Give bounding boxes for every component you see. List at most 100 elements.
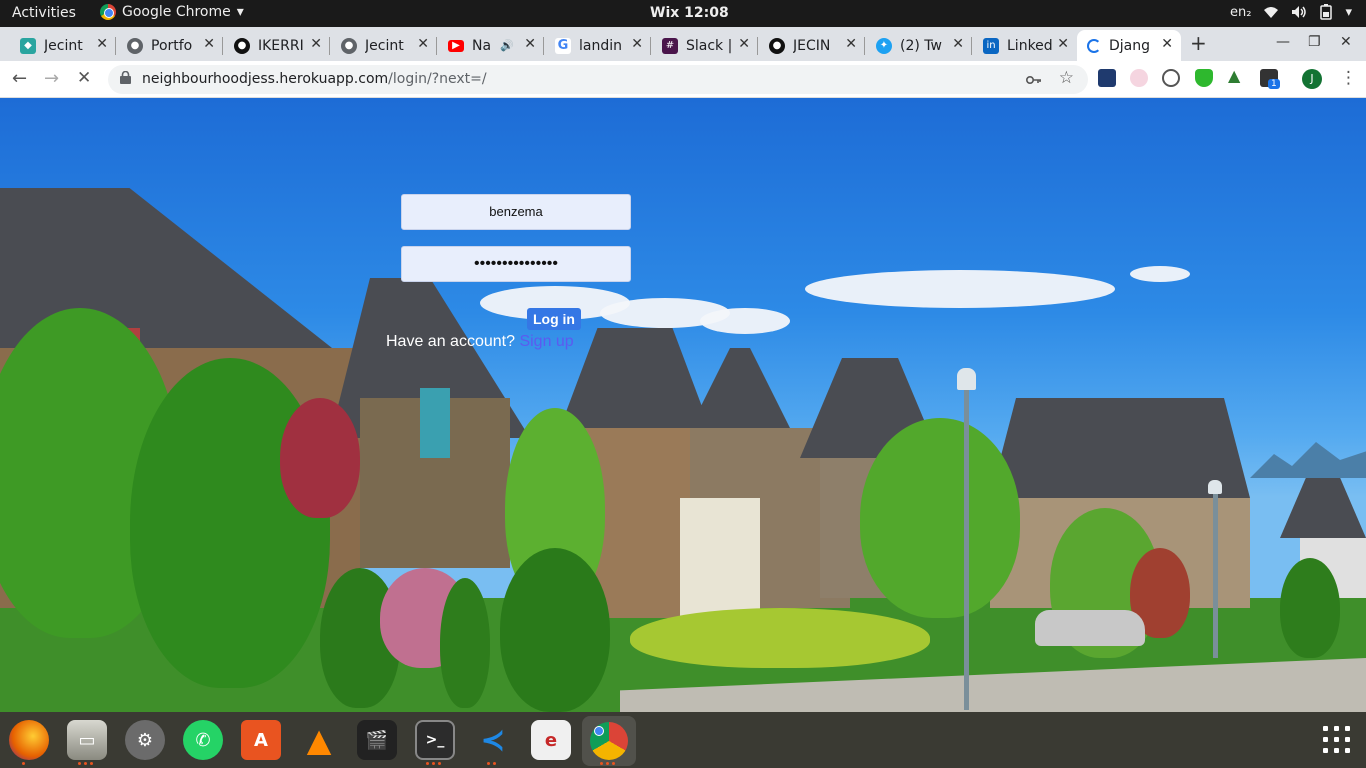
tab-label: Portfo xyxy=(151,37,193,54)
minimize-button[interactable]: — xyxy=(1276,34,1290,50)
youtube-icon: ▶ xyxy=(448,39,464,52)
chevron-down-icon: ▾ xyxy=(236,4,244,20)
github-icon: ● xyxy=(769,37,785,54)
password-field[interactable]: ••••••••••••••• xyxy=(401,246,631,282)
close-icon[interactable]: ✕ xyxy=(631,36,643,52)
tab-label: JECIN xyxy=(793,37,831,54)
loading-spinner-icon xyxy=(1087,38,1101,53)
page-content: benzema ••••••••••••••• Log in Have an a… xyxy=(0,98,1366,712)
chrome-menu-button[interactable]: ⋮ xyxy=(1340,68,1357,88)
close-icon[interactable]: ✕ xyxy=(96,36,108,52)
clock[interactable]: Wix 12:08 xyxy=(650,5,729,21)
close-icon[interactable]: ✕ xyxy=(417,36,429,52)
chrome-dock-icon[interactable] xyxy=(582,716,636,766)
terminal-icon[interactable]: >_ xyxy=(415,720,455,760)
globe-icon: ● xyxy=(341,37,357,54)
bookmark-star-icon[interactable]: ☆ xyxy=(1059,68,1074,88)
activities-button[interactable]: Activities xyxy=(12,5,76,21)
login-button[interactable]: Log in xyxy=(527,308,581,330)
extension-circle-icon[interactable] xyxy=(1162,69,1180,87)
extension-cat-icon[interactable] xyxy=(1130,69,1148,87)
tab-django[interactable]: Djang ✕ xyxy=(1077,30,1181,61)
stop-loading-button[interactable]: ✕ xyxy=(77,68,91,88)
tab-slack[interactable]: # Slack | ✕ xyxy=(652,30,758,61)
close-icon[interactable]: ✕ xyxy=(1057,36,1069,52)
close-window-button[interactable]: ✕ xyxy=(1340,34,1352,50)
close-icon[interactable]: ✕ xyxy=(203,36,215,52)
key-icon[interactable] xyxy=(1026,75,1042,85)
globe-icon: ● xyxy=(127,37,143,54)
tab-jecin-github[interactable]: ● JECIN ✕ xyxy=(759,30,865,61)
url-host: neighbourhoodjess.herokuapp.com xyxy=(142,71,389,87)
tab-jecint-1[interactable]: ◆ Jecint ✕ xyxy=(10,30,116,61)
close-icon[interactable]: ✕ xyxy=(310,36,322,52)
close-icon[interactable]: ✕ xyxy=(952,36,964,52)
close-icon[interactable]: ✕ xyxy=(845,36,857,52)
firefox-icon[interactable] xyxy=(9,720,49,760)
extension-badge: 1 xyxy=(1268,79,1280,89)
tab-jecint-2[interactable]: ● Jecint ✕ xyxy=(331,30,437,61)
forward-button[interactable]: → xyxy=(44,68,59,89)
new-tab-button[interactable]: + xyxy=(1190,31,1207,55)
tab-landing[interactable]: G landin ✕ xyxy=(545,30,651,61)
address-bar[interactable]: neighbourhoodjess.herokuapp.com/login/?n… xyxy=(108,65,1088,94)
tab-label: landin xyxy=(579,37,622,54)
volume-icon xyxy=(1292,6,1307,18)
background-scene xyxy=(0,98,1366,712)
username-field[interactable]: benzema xyxy=(401,194,631,230)
signup-link[interactable]: Sign up xyxy=(519,333,573,350)
whatsapp-icon[interactable]: ✆ xyxy=(183,720,223,760)
have-account-text: Have an account? xyxy=(386,333,515,350)
app-name: Google Chrome xyxy=(122,4,231,20)
tab-label: Djang xyxy=(1109,37,1151,54)
system-top-bar: Activities Google Chrome ▾ Wix 12:08 en₂… xyxy=(0,0,1366,27)
tab-label: Jecint xyxy=(365,37,404,54)
show-applications-button[interactable] xyxy=(1323,726,1351,754)
twitter-icon: ✦ xyxy=(876,37,892,54)
tab-label: IKERRI xyxy=(258,37,304,54)
app-menu[interactable]: Google Chrome ▾ xyxy=(100,4,244,20)
audio-playing-icon: 🔊 xyxy=(500,39,514,52)
extension-tree-icon[interactable]: ▲ xyxy=(1228,66,1246,85)
tab-strip: ◆ Jecint ✕ ● Portfo ✕ ● IKERRI ✕ ● Jecin… xyxy=(0,27,1366,61)
vlc-icon[interactable]: ▲ xyxy=(299,720,339,760)
settings-icon[interactable]: ⚙ xyxy=(125,720,165,760)
tab-twitter[interactable]: ✦ (2) Tw ✕ xyxy=(866,30,972,61)
files-icon[interactable]: ▭ xyxy=(67,720,107,760)
software-center-icon[interactable]: A xyxy=(241,720,281,760)
tab-label: Linked xyxy=(1007,37,1053,54)
tab-ikerri[interactable]: ● IKERRI ✕ xyxy=(224,30,330,61)
lock-icon xyxy=(120,71,131,84)
browser-toolbar: ← → ✕ neighbourhoodjess.herokuapp.com/lo… xyxy=(0,61,1366,98)
tab-label: (2) Tw xyxy=(900,37,942,54)
linkedin-icon: in xyxy=(983,37,999,54)
extension-shield-icon[interactable] xyxy=(1195,69,1213,87)
video-editor-icon[interactable]: 🎬 xyxy=(357,720,397,760)
profile-avatar[interactable]: J xyxy=(1302,69,1322,89)
chrome-icon xyxy=(100,4,116,20)
slack-icon: # xyxy=(662,37,678,54)
tab-linkedin[interactable]: in Linked ✕ xyxy=(973,30,1077,61)
input-method-indicator[interactable]: en₂ xyxy=(1230,5,1251,20)
extension-box-icon[interactable]: 1 xyxy=(1260,69,1280,89)
system-tray[interactable]: en₂ ▾ xyxy=(1230,4,1352,20)
extension-icon[interactable] xyxy=(1098,69,1116,87)
close-icon[interactable]: ✕ xyxy=(738,36,750,52)
google-icon: G xyxy=(555,37,571,54)
tab-youtube[interactable]: ▶ Na 🔊 ✕ xyxy=(438,30,544,61)
github-icon: ● xyxy=(234,37,250,54)
chrome-web-icon: ◆ xyxy=(20,37,36,54)
tab-label: Slack | xyxy=(686,37,733,54)
maximize-button[interactable]: ❐ xyxy=(1308,34,1321,50)
battery-icon xyxy=(1320,4,1333,20)
close-icon[interactable]: ✕ xyxy=(1161,36,1173,52)
vscode-icon[interactable]: ≺ xyxy=(473,720,513,760)
tab-label: Na xyxy=(472,37,492,54)
tab-portfolio[interactable]: ● Portfo ✕ xyxy=(117,30,223,61)
system-menu-chevron-icon: ▾ xyxy=(1345,4,1352,20)
url-text[interactable]: neighbourhoodjess.herokuapp.com/login/?n… xyxy=(142,71,487,87)
tab-label: Jecint xyxy=(44,37,83,54)
close-icon[interactable]: ✕ xyxy=(524,36,536,52)
text-editor-icon[interactable]: e xyxy=(531,720,571,760)
back-button[interactable]: ← xyxy=(12,68,27,89)
